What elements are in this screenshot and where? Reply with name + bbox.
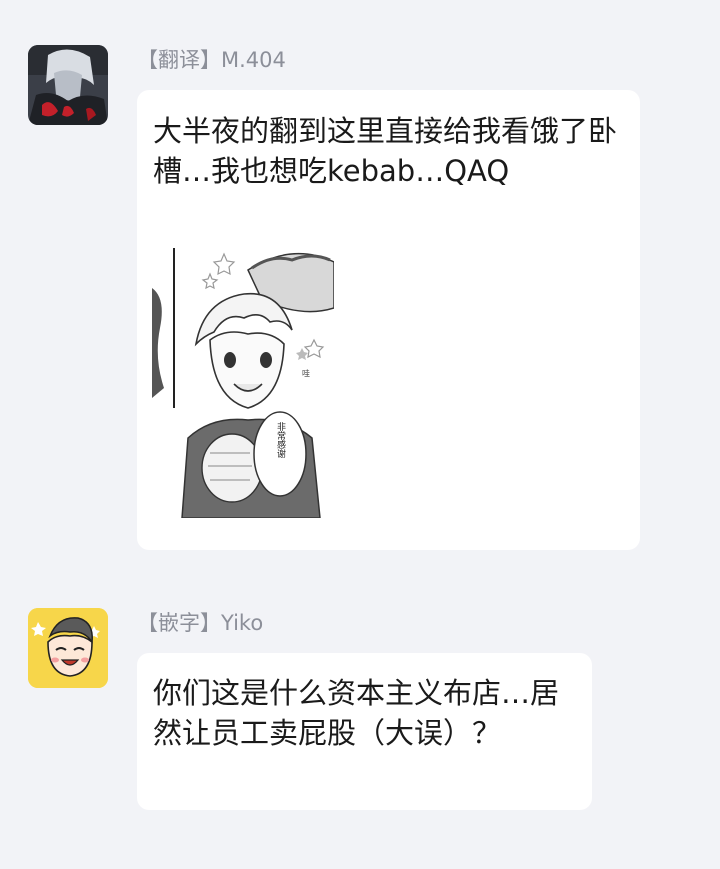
sfx-text: 哇 xyxy=(302,368,310,378)
message-text: 大半夜的翻到这里直接给我看饿了卧槽…我也想吃kebab…QAQ xyxy=(153,114,618,188)
manga-panel-icon: 非常感谢 哇 xyxy=(152,248,334,518)
manga-panel-image[interactable]: 非常感谢 哇 xyxy=(152,248,334,518)
message-bubble[interactable]: 大半夜的翻到这里直接给我看饿了卧槽…我也想吃kebab…QAQ 非常感谢 哇 xyxy=(137,90,640,550)
avatar-yiko[interactable] xyxy=(28,608,108,688)
sender-name: 【翻译】M.404 xyxy=(137,48,286,72)
message-bubble[interactable]: 你们这是什么资本主义布店…居然让员工卖屁股（大误）？ xyxy=(137,653,592,810)
sender-name: 【嵌字】Yiko xyxy=(137,611,264,635)
cartoon-face-avatar-icon xyxy=(28,608,108,688)
speech-bubble-text: 非常感谢 xyxy=(275,421,286,458)
message-text: 你们这是什么资本主义布店…居然让员工卖屁股（大误）？ xyxy=(153,676,560,750)
dark-character-avatar-icon xyxy=(28,45,108,125)
avatar-m404[interactable] xyxy=(28,45,108,125)
